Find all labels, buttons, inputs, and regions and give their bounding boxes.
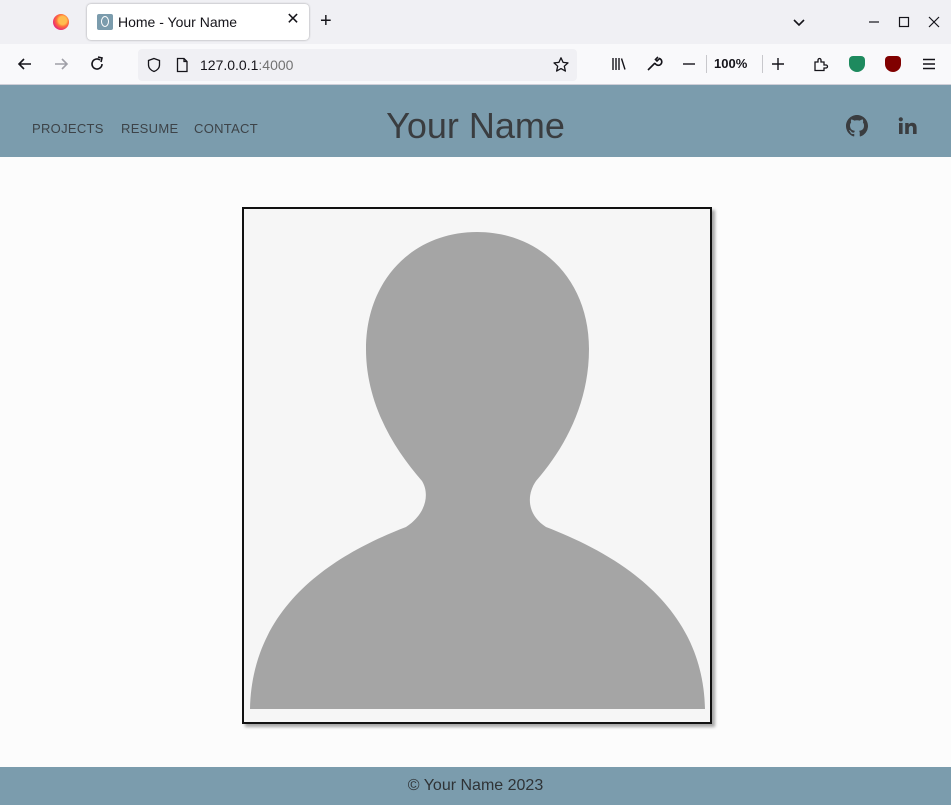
linkedin-icon[interactable] [897,115,919,137]
person-silhouette-icon [250,232,705,709]
firefox-logo-icon[interactable] [53,14,69,30]
url-port: :4000 [258,57,294,73]
profile-photo-placeholder [242,207,712,724]
footer-copyright: © Your Name 2023 [407,777,544,794]
github-icon[interactable] [846,115,868,137]
extensions-icon[interactable] [809,52,833,76]
privacy-badger-icon[interactable] [849,56,865,72]
ublock-icon[interactable] [885,56,901,72]
url-bar[interactable]: 127.0.0.1:4000 [138,49,577,81]
divider [706,55,707,73]
zoom-level[interactable]: 100% [714,56,747,71]
star-icon[interactable] [552,56,570,79]
zoom-in-icon[interactable] [766,52,790,76]
page-icon[interactable] [174,57,190,78]
browser-nav-bar: 127.0.0.1:4000 100% [0,44,951,85]
tab-list-chevron-icon[interactable] [789,12,809,32]
site-title[interactable]: Your Name [0,105,951,147]
site-header: PROJECTS RESUME CONTACT Your Name [0,85,951,157]
browser-tab-active[interactable]: Home - Your Name ✕ [87,4,309,40]
url-text[interactable]: 127.0.0.1:4000 [200,57,293,73]
zoom-out-icon[interactable] [677,52,701,76]
site-favicon-icon [97,14,113,30]
window-minimize-button[interactable] [864,12,884,32]
shield-icon[interactable] [146,57,162,78]
wrench-icon[interactable] [642,52,666,76]
tab-title: Home - Your Name [118,14,238,30]
library-icon[interactable] [607,52,631,76]
menu-icon[interactable] [917,52,941,76]
divider [762,55,763,73]
reload-icon[interactable] [85,52,109,76]
window-close-button[interactable] [924,12,944,32]
browser-tab-bar: Home - Your Name ✕ + [0,0,951,44]
window-maximize-button[interactable] [894,12,914,32]
url-host: 127.0.0.1 [200,57,259,73]
tab-close-button[interactable]: ✕ [285,11,301,29]
new-tab-button[interactable]: + [320,10,332,32]
back-icon[interactable] [13,52,37,76]
site-footer: © Your Name 2023 [0,767,951,805]
forward-icon[interactable] [49,52,73,76]
